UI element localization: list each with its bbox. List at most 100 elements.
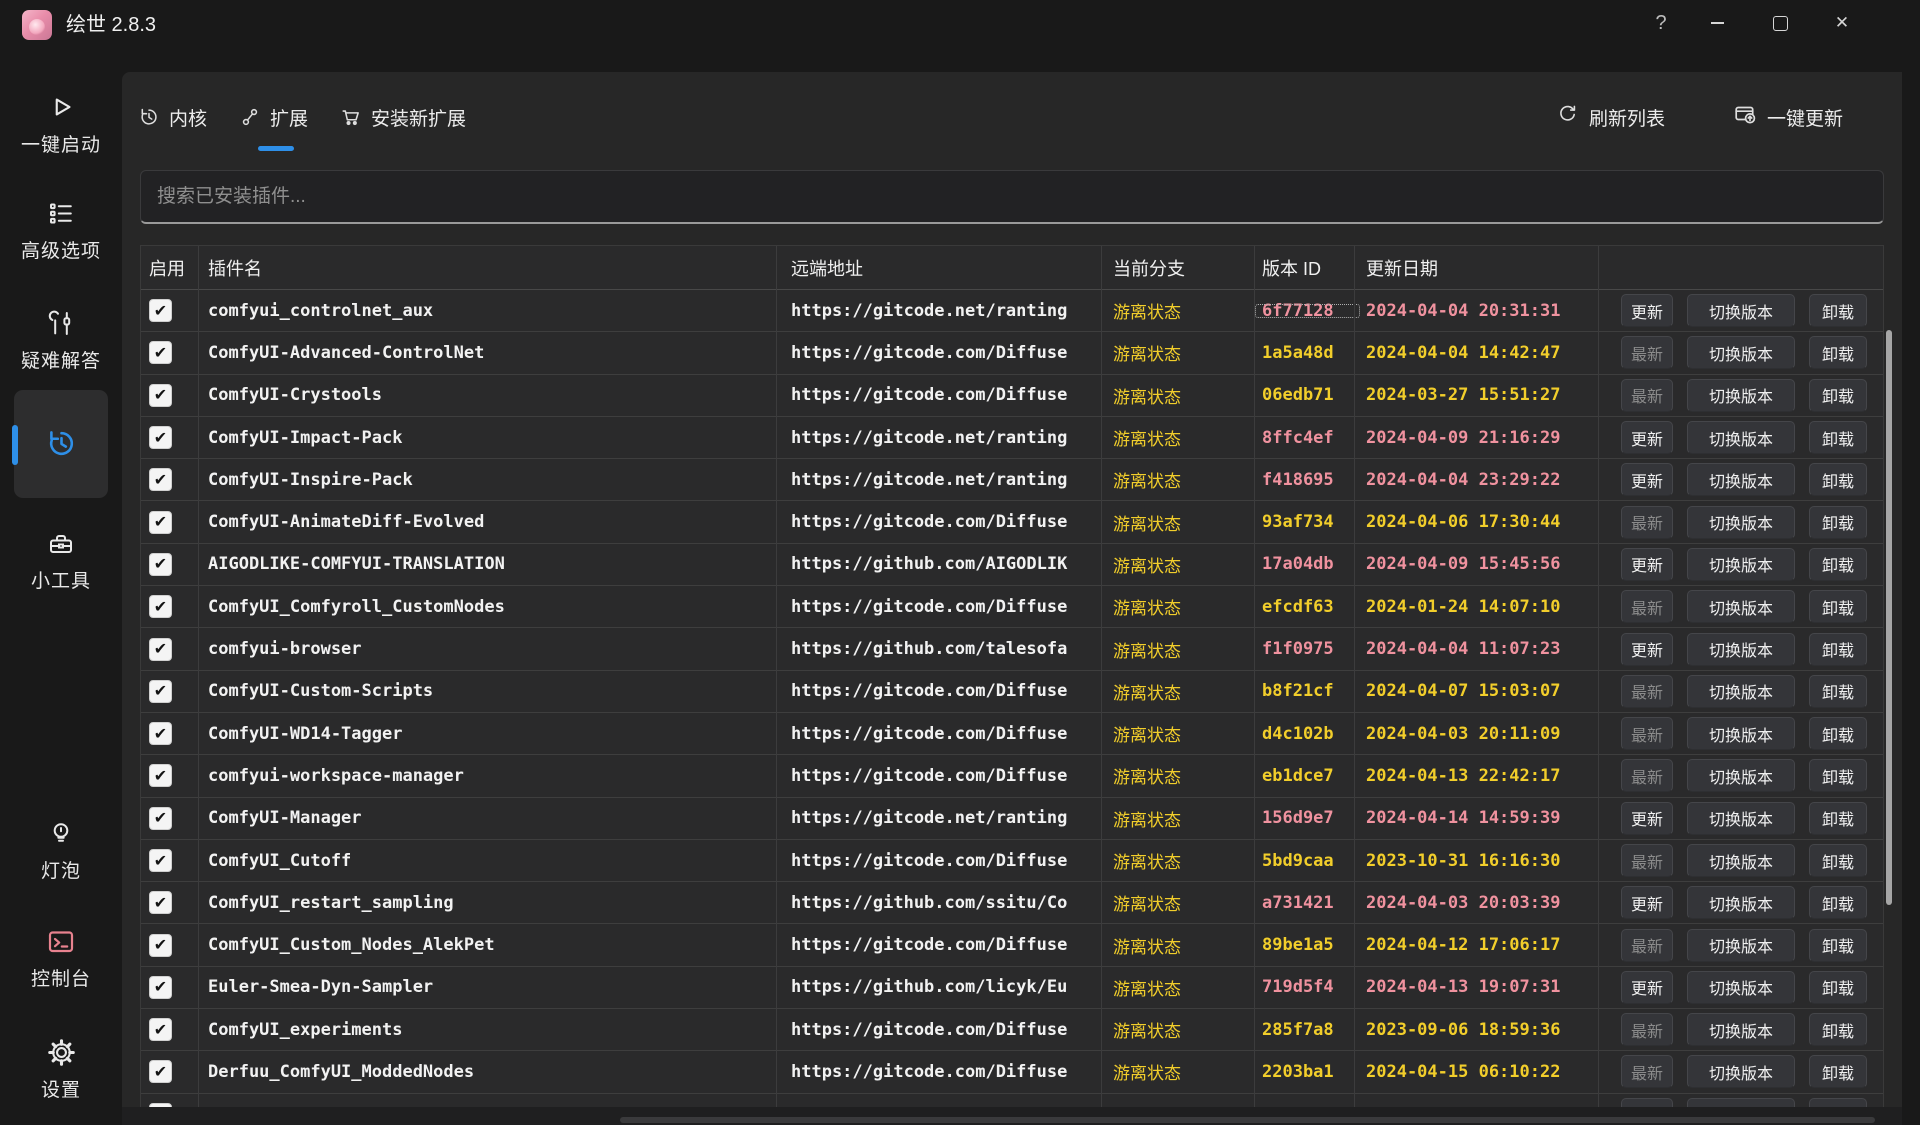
uninstall-button[interactable]: 卸载 [1809,421,1867,454]
update-button[interactable]: 最新 [1621,1098,1673,1107]
uninstall-button[interactable]: 卸载 [1809,463,1867,496]
switch-version-button[interactable]: 切换版本 [1687,336,1795,369]
switch-version-button[interactable]: 切换版本 [1687,421,1795,454]
vertical-scrollbar-thumb[interactable] [1886,330,1892,905]
uninstall-button[interactable]: 卸载 [1809,886,1867,919]
uninstall-button[interactable]: 卸载 [1809,717,1867,750]
switch-version-button[interactable]: 切换版本 [1687,379,1795,412]
plugin-enabled-checkbox[interactable]: ✔ [149,807,172,830]
update-button[interactable]: 最新 [1621,717,1673,750]
sidebar-item-settings[interactable]: 设置 [0,1036,122,1102]
uninstall-button[interactable]: 卸载 [1809,379,1867,412]
uninstall-button[interactable]: 卸载 [1809,633,1867,666]
plugin-enabled-checkbox[interactable]: ✔ [149,553,172,576]
plugin-enabled-checkbox[interactable]: ✔ [149,638,172,661]
plugin-enabled-checkbox[interactable]: ✔ [149,341,172,364]
update-button[interactable]: 最新 [1621,1055,1673,1088]
close-button[interactable]: ✕ [1819,2,1865,44]
switch-version-button[interactable]: 切换版本 [1687,844,1795,877]
plugin-enabled-checkbox[interactable]: ✔ [149,680,172,703]
switch-version-button[interactable]: 切换版本 [1687,1055,1795,1088]
sidebar-item-version-management[interactable] [14,390,108,498]
table-row[interactable]: ✔ ComfyUI_restart_sampling https://githu… [141,882,1883,924]
uninstall-button[interactable]: 卸载 [1809,675,1867,708]
switch-version-button[interactable]: 切换版本 [1687,971,1795,1004]
table-row[interactable]: ✔ ComfyUI-Manager https://gitcode.net/ra… [141,798,1883,840]
plugin-enabled-checkbox[interactable]: ✔ [149,934,172,957]
update-button[interactable]: 更新 [1621,463,1673,496]
plugin-enabled-checkbox[interactable]: ✔ [149,764,172,787]
plugin-enabled-checkbox[interactable]: ✔ [149,384,172,407]
switch-version-button[interactable]: 切换版本 [1687,675,1795,708]
uninstall-button[interactable]: 卸载 [1809,1055,1867,1088]
maximize-button[interactable] [1757,2,1803,44]
switch-version-button[interactable]: 切换版本 [1687,633,1795,666]
sidebar-item-console[interactable]: 控制台 [0,926,122,991]
table-row[interactable]: ✔ ComfyUI-WD14-Tagger https://gitcode.co… [141,713,1883,755]
plugin-enabled-checkbox[interactable]: ✔ [149,891,172,914]
update-button[interactable]: 最新 [1621,929,1673,962]
uninstall-button[interactable]: 卸载 [1809,759,1867,792]
switch-version-button[interactable]: 切换版本 [1687,717,1795,750]
plugin-enabled-checkbox[interactable]: ✔ [149,426,172,449]
uninstall-button[interactable]: 卸载 [1809,929,1867,962]
table-row[interactable]: ✔ ComfyUI-Custom-Scripts https://gitcode… [141,671,1883,713]
tab-install-new-extension[interactable]: 安装新扩展 [340,104,466,131]
update-button[interactable]: 最新 [1621,506,1673,539]
update-button[interactable]: 最新 [1621,1013,1673,1046]
table-row[interactable]: ✔ Euler-Smea-Dyn-Sampler https://github.… [141,967,1883,1009]
table-row[interactable]: ✔ ComfyUI_Comfyroll_CustomNodes https://… [141,586,1883,628]
search-input[interactable] [140,170,1884,224]
sidebar-item-bulb[interactable]: 灯泡 [0,818,122,883]
switch-version-button[interactable]: 切换版本 [1687,463,1795,496]
table-row[interactable]: ✔ ComfyUI-Crystools https://gitcode.com/… [141,375,1883,417]
uninstall-button[interactable]: 卸载 [1809,1098,1867,1107]
help-button[interactable]: ? [1638,2,1684,44]
switch-version-button[interactable]: 切换版本 [1687,294,1795,327]
update-button[interactable]: 最新 [1621,759,1673,792]
uninstall-button[interactable]: 卸载 [1809,506,1867,539]
plugin-enabled-checkbox[interactable]: ✔ [149,722,172,745]
horizontal-scrollbar-thumb[interactable] [620,1117,1875,1123]
sidebar-item-troubleshoot[interactable]: 疑难解答 [0,308,122,373]
update-button[interactable]: 最新 [1621,336,1673,369]
table-row[interactable]: ✔ AIGODLIKE-COMFYUI-TRANSLATION https://… [141,544,1883,586]
plugin-enabled-checkbox[interactable]: ✔ [149,1060,172,1083]
plugin-enabled-checkbox[interactable]: ✔ [149,976,172,999]
update-button[interactable]: 最新 [1621,675,1673,708]
uninstall-button[interactable]: 卸载 [1809,844,1867,877]
plugin-enabled-checkbox[interactable]: ✔ [149,511,172,534]
table-row[interactable]: ✔ comfyui-browser https://github.com/tal… [141,628,1883,670]
table-row[interactable]: ✔ ComfyUI-Impact-Pack https://gitcode.ne… [141,417,1883,459]
switch-version-button[interactable]: 切换版本 [1687,886,1795,919]
table-row[interactable]: ✔ 游离状态 最新 切换版本 卸载 [141,1094,1883,1107]
switch-version-button[interactable]: 切换版本 [1687,548,1795,581]
plugin-enabled-checkbox[interactable]: ✔ [149,468,172,491]
update-button[interactable]: 最新 [1621,379,1673,412]
uninstall-button[interactable]: 卸载 [1809,548,1867,581]
table-row[interactable]: ✔ ComfyUI_experiments https://gitcode.co… [141,1009,1883,1051]
plugin-enabled-checkbox[interactable]: ✔ [149,595,172,618]
plugin-enabled-checkbox[interactable]: ✔ [149,299,172,322]
table-row[interactable]: ✔ ComfyUI-AnimateDiff-Evolved https://gi… [141,501,1883,543]
update-button[interactable]: 更新 [1621,971,1673,1004]
uninstall-button[interactable]: 卸载 [1809,971,1867,1004]
switch-version-button[interactable]: 切换版本 [1687,1098,1795,1107]
plugin-enabled-checkbox[interactable]: ✔ [149,849,172,872]
switch-version-button[interactable]: 切换版本 [1687,506,1795,539]
table-row[interactable]: ✔ ComfyUI-Inspire-Pack https://gitcode.n… [141,459,1883,501]
uninstall-button[interactable]: 卸载 [1809,336,1867,369]
update-button[interactable]: 更新 [1621,548,1673,581]
plugin-enabled-checkbox[interactable]: ✔ [149,1018,172,1041]
uninstall-button[interactable]: 卸载 [1809,294,1867,327]
refresh-list-button[interactable]: 刷新列表 [1556,94,1665,140]
tab-kernel[interactable]: 内核 [138,104,207,131]
minimize-button[interactable] [1694,2,1740,44]
table-row[interactable]: ✔ ComfyUI_Cutoff https://gitcode.com/Dif… [141,840,1883,882]
update-button[interactable]: 更新 [1621,886,1673,919]
sidebar-item-small-tools[interactable]: 小工具 [0,528,122,593]
update-button[interactable]: 最新 [1621,590,1673,623]
update-button[interactable]: 更新 [1621,802,1673,835]
table-row[interactable]: ✔ Derfuu_ComfyUI_ModdedNodes https://git… [141,1051,1883,1093]
table-row[interactable]: ✔ comfyui-workspace-manager https://gitc… [141,755,1883,797]
